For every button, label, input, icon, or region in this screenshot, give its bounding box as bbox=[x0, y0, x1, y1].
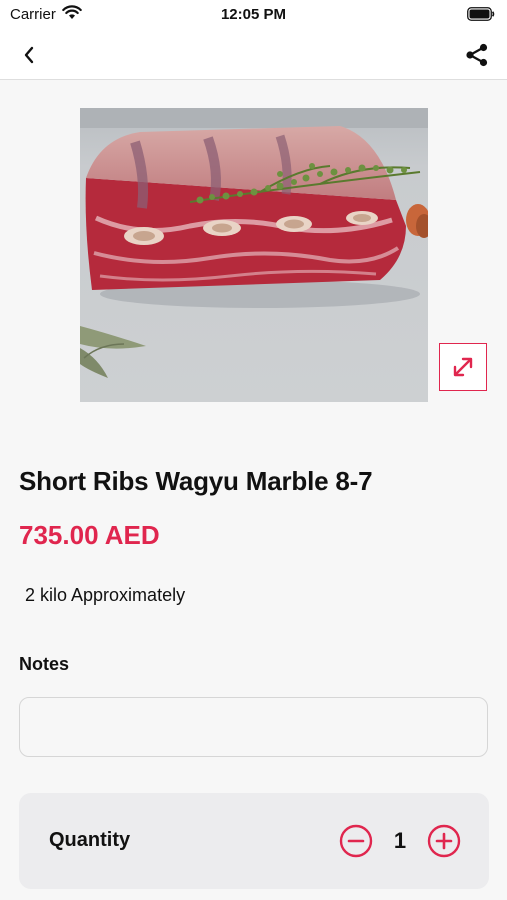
status-time: 12:05 PM bbox=[220, 6, 287, 23]
status-bar: Carrier 12:05 PM bbox=[0, 0, 507, 30]
expand-image-button[interactable] bbox=[439, 343, 487, 391]
battery-icon bbox=[467, 7, 495, 26]
increase-quantity-button[interactable] bbox=[427, 824, 461, 858]
decrease-quantity-button[interactable] bbox=[339, 824, 373, 858]
product-image bbox=[80, 108, 428, 402]
share-icon bbox=[466, 43, 488, 67]
notes-input[interactable] bbox=[19, 697, 488, 757]
expand-arrows-icon bbox=[453, 357, 473, 377]
quantity-panel: Quantity 1 bbox=[19, 793, 489, 889]
product-description: 2 kilo Approximately bbox=[25, 585, 186, 605]
navigation-bar bbox=[0, 30, 507, 80]
minus-circle-icon bbox=[339, 824, 373, 858]
back-button[interactable] bbox=[14, 40, 44, 70]
quantity-value: 1 bbox=[393, 828, 407, 853]
notes-label: Notes bbox=[19, 654, 70, 674]
quantity-label: Quantity bbox=[49, 829, 131, 851]
product-title: Short Ribs Wagyu Marble 8-7 bbox=[19, 466, 373, 496]
plus-circle-icon bbox=[427, 824, 461, 858]
chevron-left-icon bbox=[24, 46, 34, 64]
product-price: 735.00 AED bbox=[19, 520, 160, 550]
share-button[interactable] bbox=[461, 39, 493, 71]
